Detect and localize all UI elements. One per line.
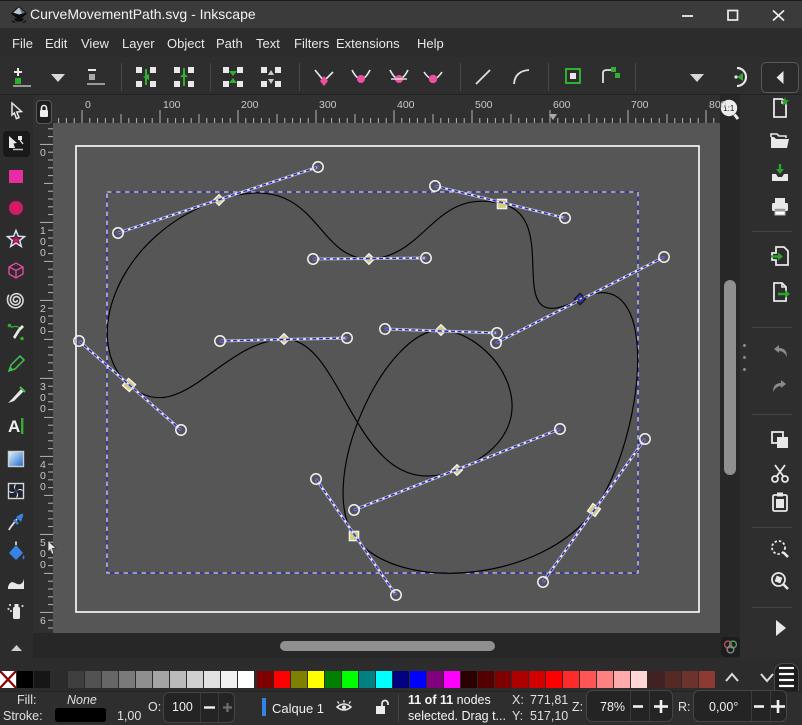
svg-text:400: 400 bbox=[397, 99, 415, 111]
svg-text:200: 200 bbox=[241, 99, 259, 111]
svg-text:0: 0 bbox=[85, 99, 91, 111]
svg-text:0: 0 bbox=[40, 403, 46, 415]
svg-text:700: 700 bbox=[631, 99, 649, 111]
svg-text:6: 6 bbox=[40, 615, 46, 627]
svg-text:0: 0 bbox=[40, 559, 46, 571]
svg-text:500: 500 bbox=[475, 99, 493, 111]
svg-text:0: 0 bbox=[40, 147, 46, 159]
svg-text:0: 0 bbox=[40, 325, 46, 337]
svg-text:0: 0 bbox=[40, 247, 46, 259]
svg-text:0: 0 bbox=[40, 481, 46, 493]
svg-text:600: 600 bbox=[553, 99, 571, 111]
svg-text:800: 800 bbox=[709, 99, 727, 111]
svg-text:300: 300 bbox=[319, 99, 337, 111]
svg-text:100: 100 bbox=[163, 99, 181, 111]
